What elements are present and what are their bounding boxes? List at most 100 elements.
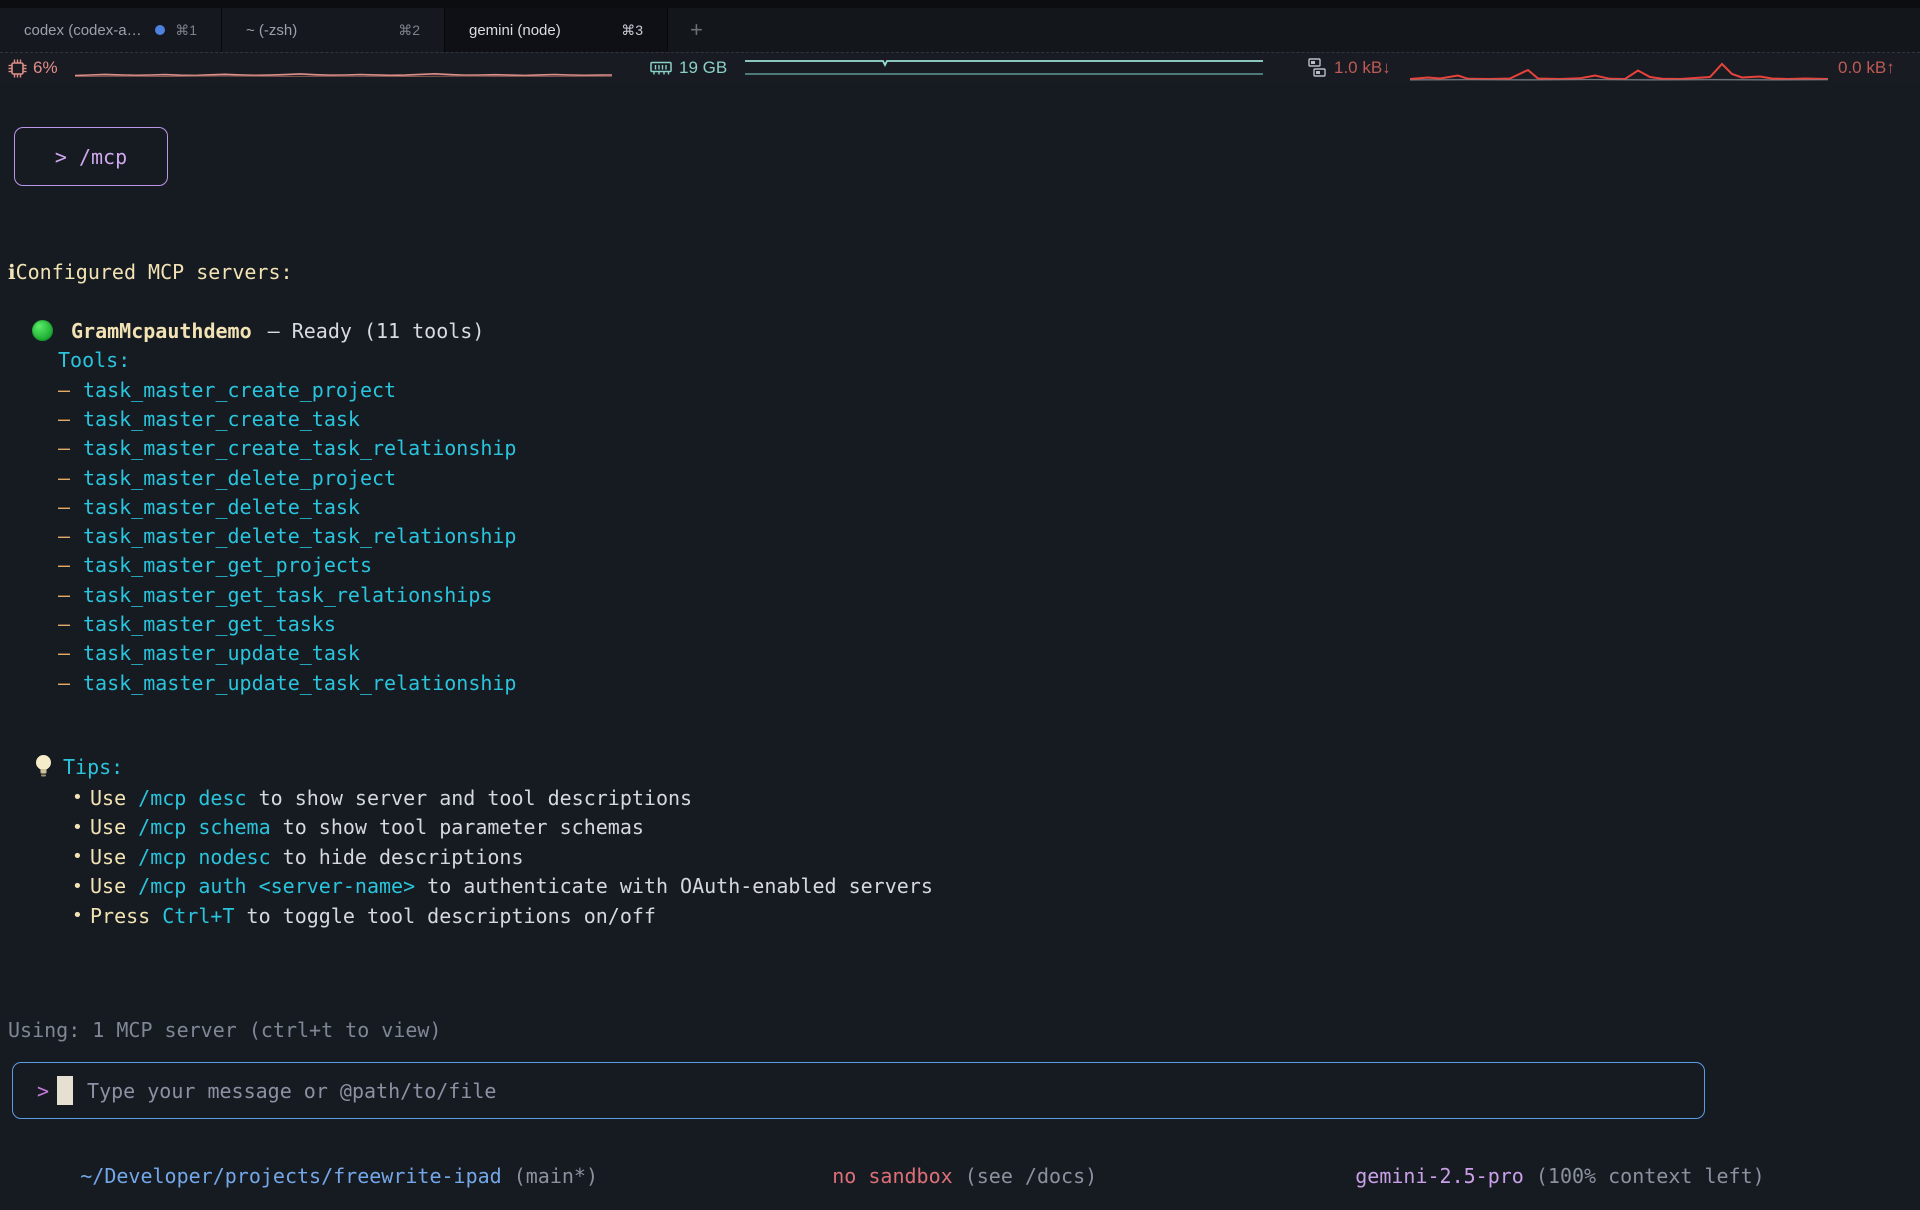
list-bullet: • (72, 787, 90, 808)
tab-bar-filler: + (668, 8, 1920, 52)
memory-usage-value: 19 GB (679, 53, 727, 83)
tool-name: task_master_get_task_relationships (83, 583, 492, 607)
tab-codex[interactable]: codex (codex-aar... ⌘1 (0, 8, 222, 52)
tip-list-item: • Use /mcp desc to show server and tool … (72, 783, 933, 813)
tips-header: Tips: (34, 750, 123, 784)
tool-name: task_master_delete_project (83, 466, 396, 490)
working-directory: ~/Developer/projects/freewrite-ipad (80, 1164, 501, 1188)
context-remaining: (100% context left) (1524, 1164, 1765, 1188)
new-tab-button[interactable]: + (690, 19, 703, 41)
tool-name: task_master_update_task (83, 641, 360, 665)
list-bullet: • (72, 876, 90, 897)
tip-list-item: • Use /mcp schema to show tool parameter… (72, 813, 933, 843)
tip-list-item: • Use /mcp nodesc to hide descriptions (72, 842, 933, 872)
mcp-usage-summary: Using: 1 MCP server (ctrl+t to view) (8, 1016, 441, 1045)
tools-heading: Tools: (58, 346, 130, 375)
tool-list-item: – task_master_delete_project (58, 463, 516, 492)
network-download-value: 1.0 kB↓ (1334, 53, 1391, 83)
tool-name: task_master_create_task (83, 407, 360, 431)
tool-name: task_master_get_tasks (83, 612, 336, 636)
mcp-server-status: – Ready (11 tools) (268, 319, 485, 343)
tool-list-item: – task_master_update_task_relationship (58, 668, 516, 697)
tip-command: /mcp nodesc (138, 845, 270, 869)
sandbox-docs-note: (see /docs) (953, 1164, 1098, 1188)
list-dash: – (58, 407, 83, 431)
tip-list-item: • Use /mcp auth <server-name> to authent… (72, 872, 933, 902)
tool-list-item: – task_master_get_task_relationships (58, 580, 516, 609)
tip-prefix: Use (90, 845, 138, 869)
green-circle-icon (32, 320, 53, 341)
tool-list-item: – task_master_get_tasks (58, 609, 516, 638)
tool-name: task_master_create_project (83, 378, 396, 402)
list-dash: – (58, 553, 83, 577)
sandbox-status: no sandbox (832, 1164, 952, 1188)
tip-description: to show tool parameter schemas (271, 815, 644, 839)
previous-command-text: > /mcp (55, 145, 127, 169)
model-name: gemini-2.5-pro (1355, 1164, 1524, 1188)
tools-list: – task_master_create_project – task_mast… (58, 375, 516, 697)
list-dash: – (58, 583, 83, 607)
list-bullet: • (72, 846, 90, 867)
tip-command: Ctrl+T (162, 904, 234, 928)
tab-gemini-active[interactable]: gemini (node) ⌘3 (445, 8, 668, 52)
prompt-chevron: > (37, 1079, 49, 1103)
tip-prefix: Use (90, 786, 138, 810)
mcp-servers-heading: ℹConfigured MCP servers: (8, 258, 293, 287)
list-dash: – (58, 378, 83, 402)
tab-bar: codex (codex-aar... ⌘1 ~ (-zsh) ⌘2 gemin… (0, 0, 1920, 52)
mcp-server-row: GramMcpauthdemo – Ready (11 tools) (32, 316, 484, 345)
cpu-icon (8, 59, 27, 78)
memory-usage-graph (745, 56, 1263, 80)
tip-description: to authenticate with OAuth-enabled serve… (415, 874, 933, 898)
tool-list-item: – task_master_delete_task (58, 492, 516, 521)
message-input[interactable]: > Type your message or @path/to/file (12, 1062, 1705, 1119)
ram-icon (650, 61, 672, 76)
cli-footer: ~/Developer/projects/freewrite-ipad (mai… (0, 1133, 1920, 1162)
tool-name: task_master_delete_task_relationship (83, 524, 516, 548)
tip-description: to toggle tool descriptions on/off (235, 904, 656, 928)
mcp-server-name: GramMcpauthdemo (71, 319, 252, 343)
cpu-usage-value: 6% (33, 53, 58, 83)
tool-list-item: – task_master_update_task (58, 639, 516, 668)
tip-command: /mcp schema (138, 815, 270, 839)
tool-list-item: – task_master_delete_task_relationship (58, 521, 516, 550)
cpu-usage-graph (75, 56, 612, 80)
tool-list-item: – task_master_create_task (58, 404, 516, 433)
list-bullet: • (72, 905, 90, 926)
tab-shortcut: ⌘3 (621, 22, 643, 39)
previous-command-box: > /mcp (14, 127, 168, 186)
tips-list: • Use /mcp desc to show server and tool … (72, 783, 933, 931)
tip-prefix: Press (90, 904, 162, 928)
tab-shortcut: ⌘1 (175, 22, 197, 39)
list-dash: – (58, 495, 83, 519)
tool-name: task_master_update_task_relationship (83, 671, 516, 695)
list-dash: – (58, 436, 83, 460)
git-branch: (main*) (502, 1164, 598, 1188)
input-placeholder: Type your message or @path/to/file (87, 1079, 496, 1103)
tab-label: ~ (-zsh) (246, 22, 297, 39)
activity-dot-icon (155, 25, 165, 35)
tool-list-item: – task_master_get_projects (58, 551, 516, 580)
tip-description: to hide descriptions (271, 845, 524, 869)
tool-name: task_master_delete_task (83, 495, 360, 519)
tab-zsh[interactable]: ~ (-zsh) ⌘2 (222, 8, 445, 52)
list-dash: – (58, 671, 83, 695)
text-cursor (57, 1076, 73, 1105)
network-usage-graph (1410, 56, 1828, 82)
network-icon (1308, 58, 1326, 79)
tip-list-item: • Press Ctrl+T to toggle tool descriptio… (72, 901, 933, 931)
tab-shortcut: ⌘2 (398, 22, 420, 39)
list-dash: – (58, 466, 83, 490)
network-upload-value: 0.0 kB↑ (1838, 53, 1895, 83)
list-dash: – (58, 524, 83, 548)
list-dash: – (58, 641, 83, 665)
tool-name: task_master_create_task_relationship (83, 436, 516, 460)
tool-name: task_master_get_projects (83, 553, 372, 577)
lightbulb-icon (34, 753, 53, 781)
list-bullet: • (72, 817, 90, 838)
list-dash: – (58, 612, 83, 636)
tip-prefix: Use (90, 815, 138, 839)
tool-list-item: – task_master_create_project (58, 375, 516, 404)
tip-command: /mcp auth <server-name> (138, 874, 415, 898)
tip-description: to show server and tool descriptions (247, 786, 693, 810)
